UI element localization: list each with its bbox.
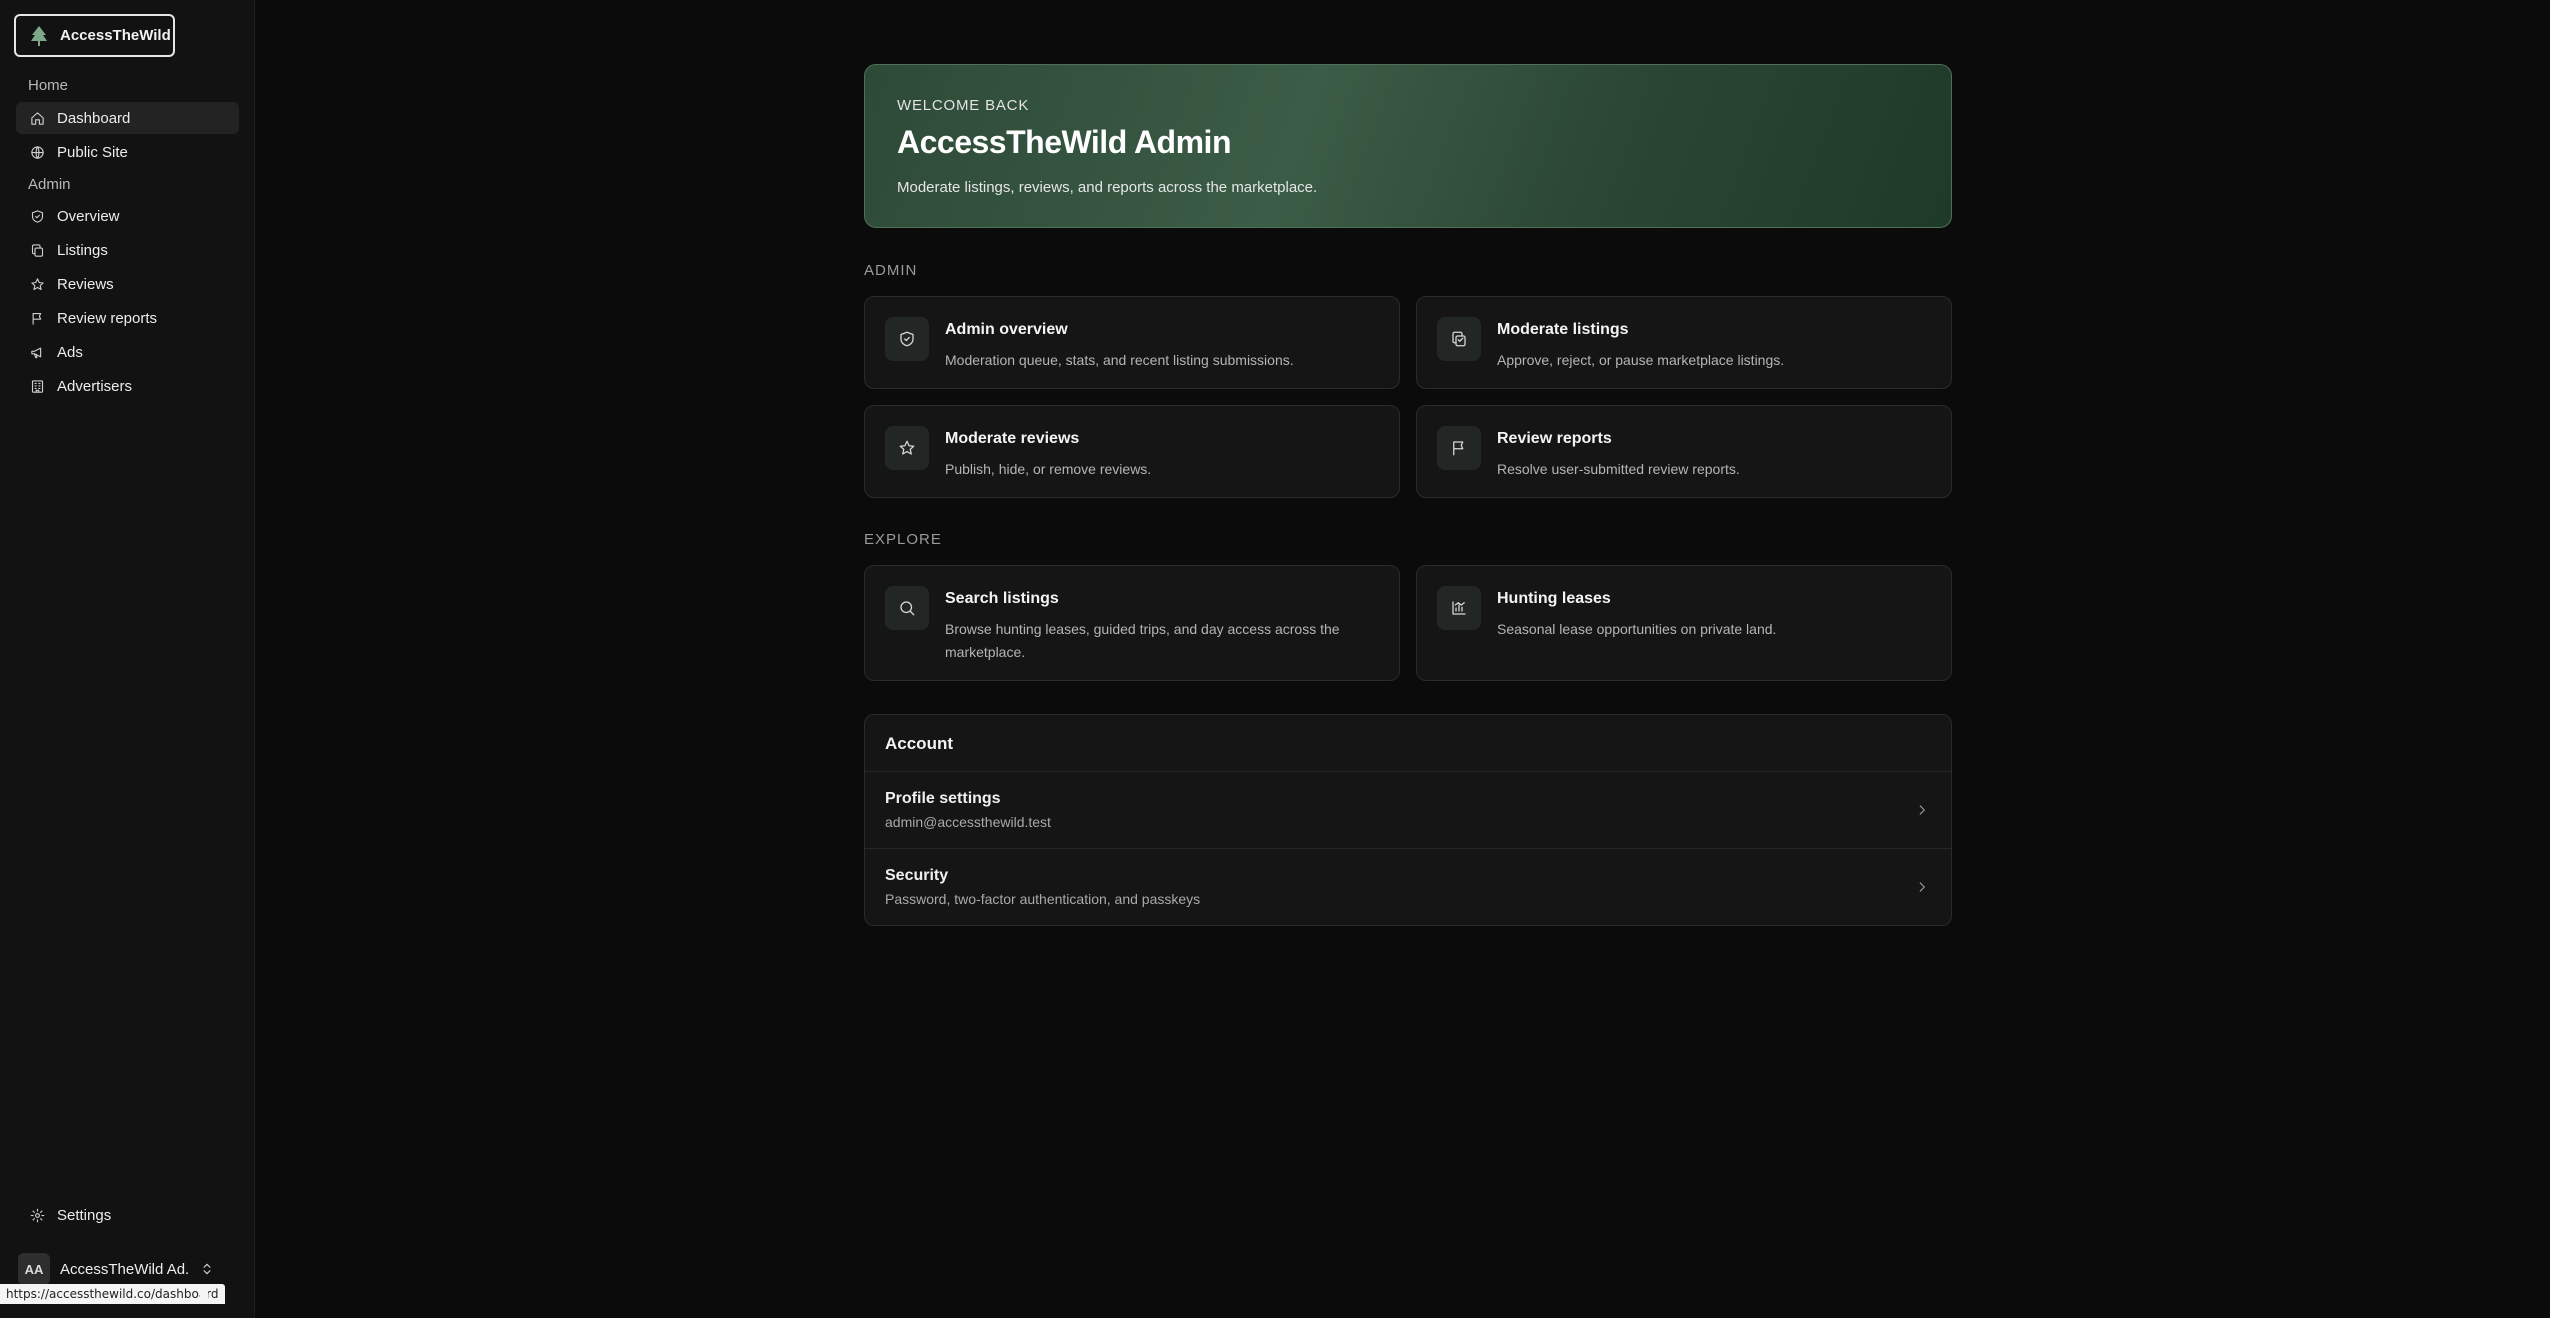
star-icon [31, 277, 44, 290]
sidebar-item-label: Advertisers [57, 377, 133, 395]
avatar: AA [18, 1253, 50, 1285]
text-cursor [200, 1286, 208, 1300]
gear-icon [30, 1208, 45, 1222]
section-label-explore: EXPLORE [864, 531, 942, 548]
card-title: Hunting leases [1497, 590, 1611, 607]
map-chart-icon [1437, 586, 1481, 630]
sidebar-item-review-reports[interactable]: Review reports [16, 302, 239, 334]
pine-tree-icon [28, 25, 50, 47]
sidebar-item-label: Listings [57, 241, 108, 259]
user-name: AccessTheWild Ad... [60, 1260, 190, 1278]
hero-eyebrow: WELCOME BACK [897, 97, 1030, 114]
card-description: Resolve user-submitted review reports. [1497, 461, 1740, 477]
section-label-admin: ADMIN [864, 262, 918, 279]
card-description: Publish, hide, or remove reviews. [945, 461, 1152, 477]
sidebar-item-overview[interactable]: Overview [16, 200, 239, 232]
sidebar-item-dashboard[interactable]: Dashboard [16, 102, 239, 134]
card-description: Browse hunting leases, guided trips, and… [945, 621, 1340, 660]
row-subtitle: admin@accessthewild.test [885, 814, 1051, 830]
card-moderate-reviews[interactable]: Moderate reviews Publish, hide, or remov… [864, 405, 1400, 498]
card-admin-overview[interactable]: Admin overview Moderation queue, stats, … [864, 296, 1400, 389]
brand-name: AccessTheWild [60, 27, 171, 44]
shield-check-icon [885, 317, 929, 361]
card-title: Moderate listings [1497, 321, 1629, 338]
row-title: Profile settings [885, 790, 1001, 807]
sidebar-item-label: Overview [57, 207, 120, 225]
sidebar-item-public-site[interactable]: Public Site [16, 136, 239, 168]
account-title: Account [865, 715, 1951, 772]
sidebar-item-settings[interactable]: Settings [16, 1199, 239, 1231]
search-icon [885, 586, 929, 630]
card-review-reports[interactable]: Review reports Resolve user-submitted re… [1416, 405, 1952, 498]
hero-subtitle: Moderate listings, reviews, and reports … [897, 179, 1318, 196]
home-icon [31, 111, 44, 125]
shield-icon [31, 209, 44, 223]
nav-group-home: Home [28, 77, 69, 94]
chevrons-up-down-icon [203, 1263, 211, 1275]
sidebar-item-listings[interactable]: Listings [16, 234, 239, 266]
building-icon [31, 379, 44, 393]
status-bar-url: https://accessthewild.co/dashboard [0, 1284, 225, 1304]
row-subtitle: Password, two-factor authentication, and… [885, 891, 1201, 907]
chevron-right-icon [1919, 805, 1925, 815]
card-title: Admin overview [945, 321, 1068, 338]
card-title: Moderate reviews [945, 430, 1080, 447]
flag-icon [32, 312, 42, 325]
copy-icon [31, 243, 44, 257]
account-panel: Account Profile settings admin@accessthe… [864, 714, 1952, 926]
clipboard-icon [1437, 317, 1481, 361]
card-description: Approve, reject, or pause marketplace li… [1497, 352, 1785, 368]
sidebar-item-reviews[interactable]: Reviews [16, 268, 239, 300]
star-icon [885, 426, 929, 470]
security-row[interactable]: Security Password, two-factor authentica… [865, 849, 1951, 925]
sidebar-item-advertisers[interactable]: Advertisers [16, 370, 239, 402]
sidebar-item-label: Ads [57, 343, 83, 361]
card-search-listings[interactable]: Search listings Browse hunting leases, g… [864, 565, 1400, 681]
sidebar-item-label: Dashboard [57, 109, 131, 127]
user-menu-button[interactable]: AA AccessTheWild Ad... [18, 1252, 238, 1286]
page-title: AccessTheWild Admin [897, 124, 1231, 160]
card-description: Seasonal lease opportunities on private … [1497, 621, 1777, 637]
sidebar: AccessTheWild Home Dashboard Public Site… [0, 0, 255, 1318]
sidebar-item-label: Settings [57, 1206, 112, 1224]
megaphone-icon [31, 347, 42, 358]
sidebar-item-label: Review reports [57, 309, 158, 327]
card-title: Review reports [1497, 430, 1612, 447]
welcome-banner: WELCOME BACK AccessTheWild Admin Moderat… [864, 64, 1952, 228]
card-moderate-listings[interactable]: Moderate listings Approve, reject, or pa… [1416, 296, 1952, 389]
sidebar-item-label: Reviews [57, 275, 114, 293]
card-description: Moderation queue, stats, and recent list… [945, 352, 1294, 368]
brand-button[interactable]: AccessTheWild [14, 14, 175, 57]
globe-icon [31, 145, 44, 159]
nav-group-admin: Admin [28, 176, 71, 193]
sidebar-item-label: Public Site [57, 143, 128, 161]
card-hunting-leases[interactable]: Hunting leases Seasonal lease opportunit… [1416, 565, 1952, 681]
card-title: Search listings [945, 590, 1059, 607]
sidebar-item-ads[interactable]: Ads [16, 336, 239, 368]
flag-icon [1437, 426, 1481, 470]
profile-settings-row[interactable]: Profile settings admin@accessthewild.tes… [865, 772, 1951, 849]
chevron-right-icon [1919, 882, 1925, 892]
row-title: Security [885, 867, 949, 884]
